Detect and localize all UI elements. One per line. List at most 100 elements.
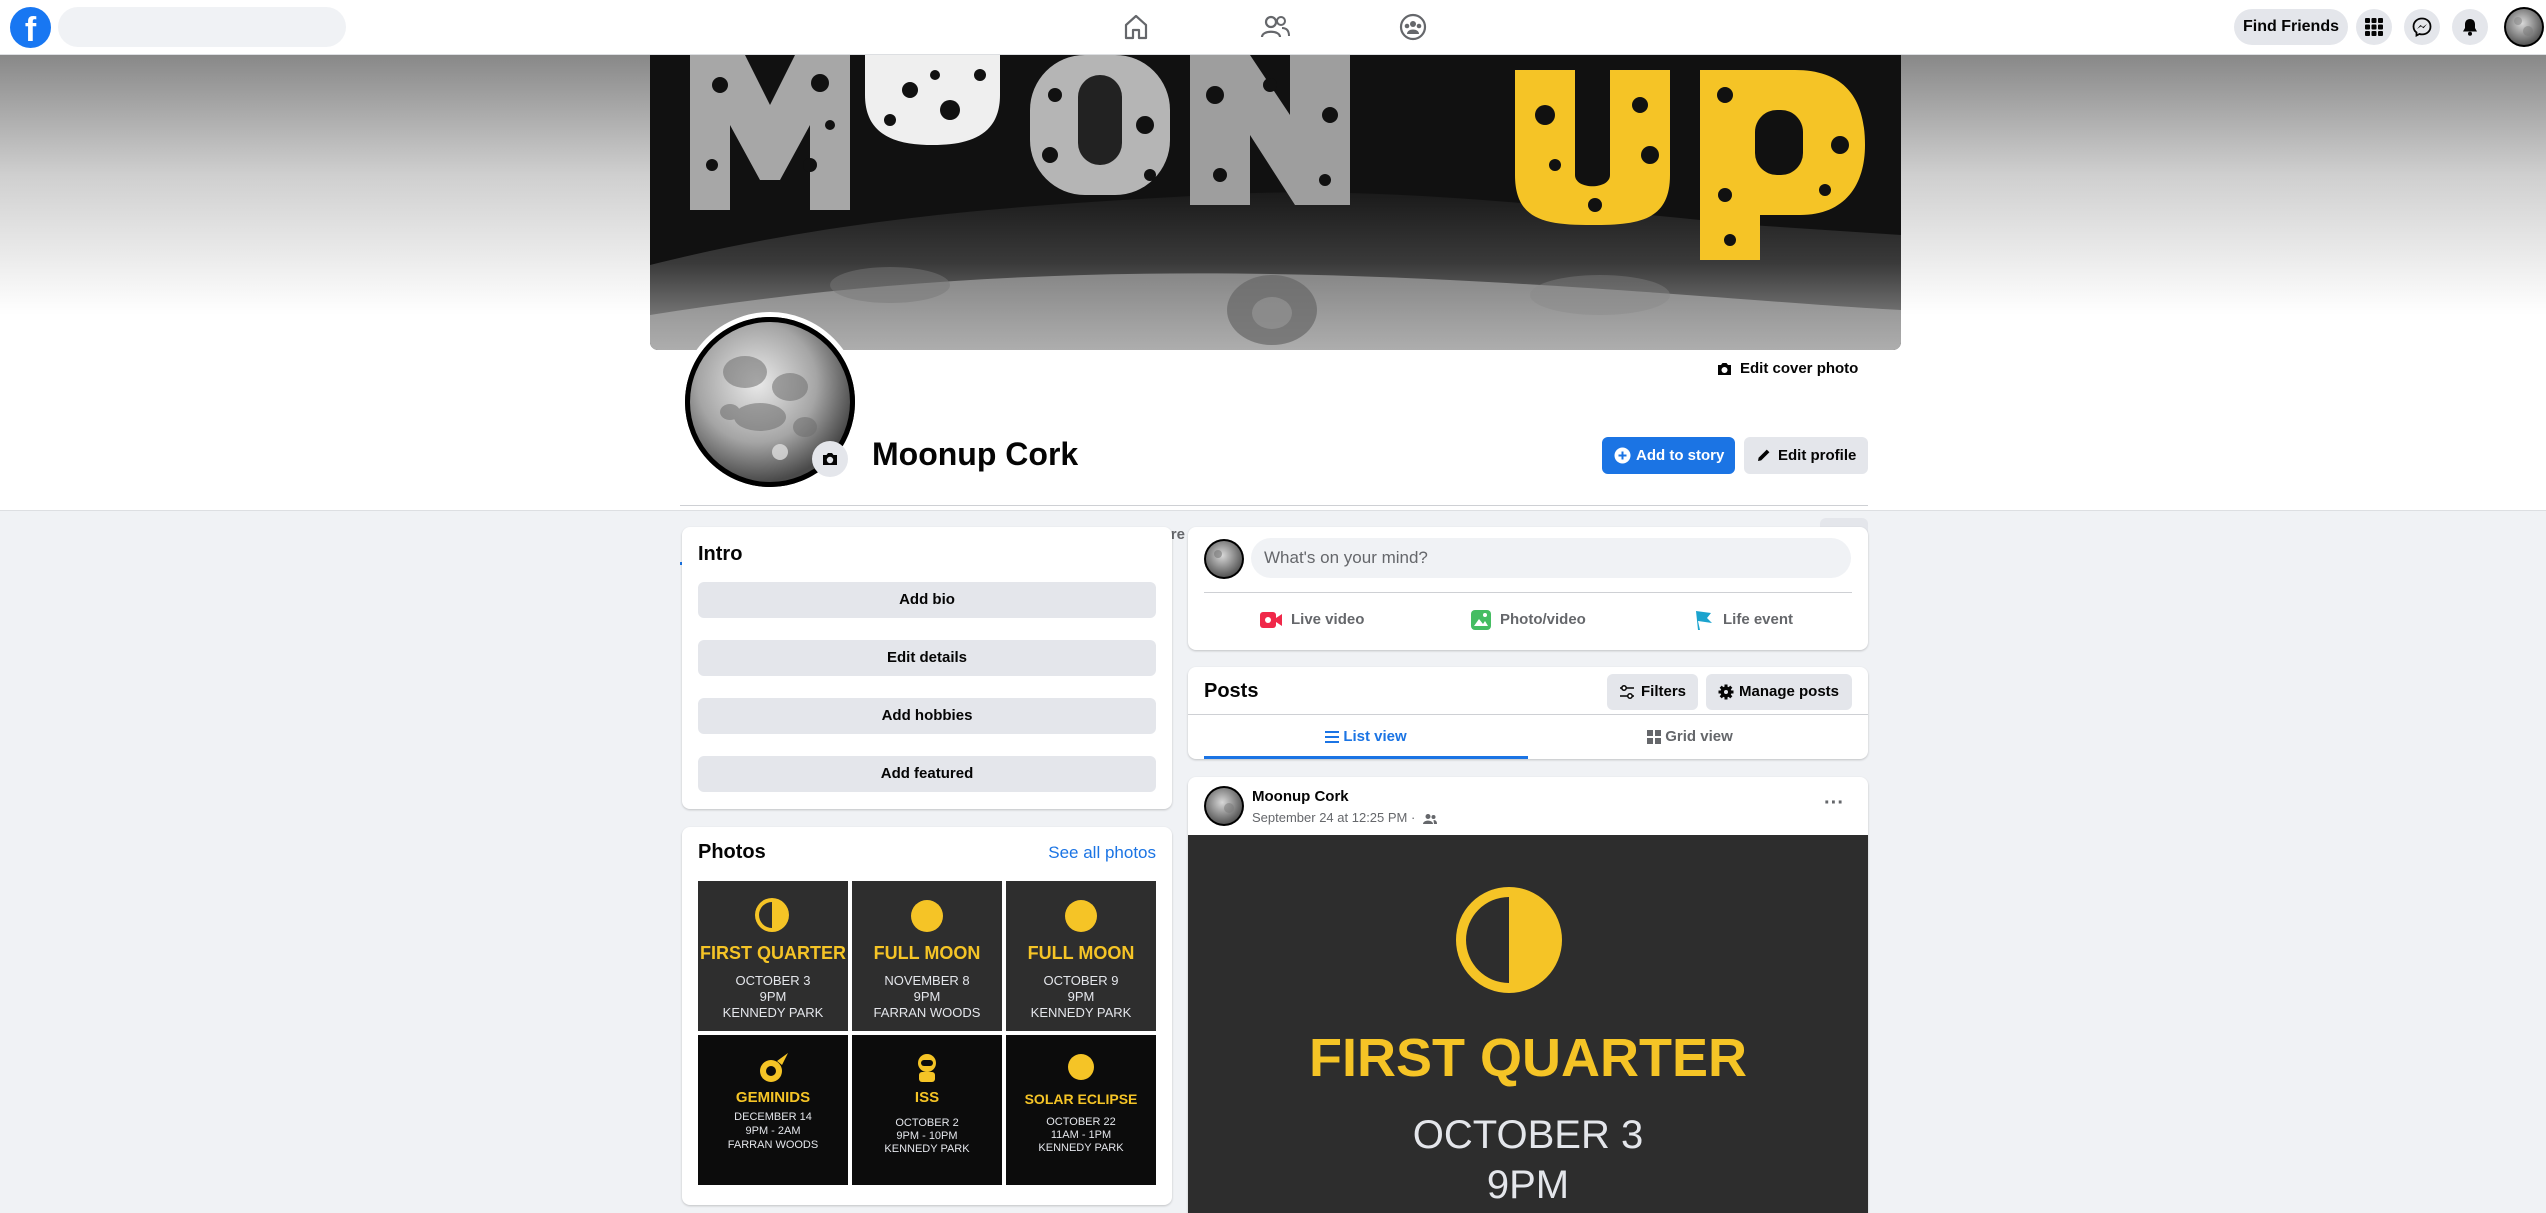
photo-tile[interactable]: SOLAR ECLIPSE OCTOBER 22 11AM - 1PM KENN… bbox=[1006, 1035, 1156, 1185]
filters-icon bbox=[1620, 685, 1634, 699]
photo-tile[interactable]: FIRST QUARTER OCTOBER 3 9PM KENNEDY PARK bbox=[698, 881, 848, 1031]
tile-line: 9PM bbox=[1067, 989, 1095, 1004]
grid-view-tab[interactable]: Grid view bbox=[1528, 715, 1852, 759]
messenger-icon[interactable] bbox=[2404, 9, 2440, 45]
header-divider bbox=[680, 505, 1868, 506]
list-view-icon bbox=[1325, 731, 1340, 744]
intro-card: Intro Add bio Edit details Add hobbies A… bbox=[682, 527, 1172, 809]
photo-tile[interactable]: FULL MOON OCTOBER 9 9PM KENNEDY PARK bbox=[1006, 881, 1156, 1031]
tile-line: 9PM bbox=[759, 989, 787, 1004]
post-image-time: 9PM bbox=[1486, 1163, 1570, 1207]
tile-line: KENNEDY PARK bbox=[1038, 1142, 1124, 1154]
tile-title: FULL MOON bbox=[1027, 943, 1135, 963]
post-timestamp[interactable]: September 24 at 12:25 PM · bbox=[1252, 810, 1415, 825]
full-moon-icon bbox=[911, 900, 943, 932]
life-event-button[interactable]: Life event bbox=[1693, 602, 1793, 638]
post-options-button[interactable]: ··· bbox=[1816, 788, 1852, 824]
tile-line: 11AM - 1PM bbox=[1050, 1129, 1112, 1141]
composer-avatar[interactable] bbox=[1204, 539, 1244, 579]
photo-tile[interactable]: FULL MOON NOVEMBER 8 9PM FARRAN WOODS bbox=[852, 881, 1002, 1031]
camera-icon bbox=[1716, 361, 1733, 377]
live-video-button[interactable]: Live video bbox=[1259, 602, 1364, 638]
tile-line: 9PM - 2AM bbox=[745, 1125, 801, 1137]
tile-line: KENNEDY PARK bbox=[884, 1143, 970, 1155]
facebook-logo-icon[interactable]: f bbox=[10, 7, 51, 48]
posts-title: Posts bbox=[1204, 680, 1259, 702]
friends-icon[interactable] bbox=[1257, 9, 1293, 45]
tile-line: 9PM - 10PM bbox=[896, 1130, 958, 1142]
post-image-date: OCTOBER 3 bbox=[1412, 1113, 1644, 1157]
profile-name: Moonup Cork bbox=[872, 436, 1079, 472]
photos-title: Photos bbox=[698, 841, 766, 863]
post-image-title: FIRST QUARTER bbox=[1309, 1028, 1747, 1088]
tile-line: KENNEDY PARK bbox=[722, 1005, 824, 1020]
tile-title: FULL MOON bbox=[873, 943, 981, 963]
tile-line: 9PM bbox=[913, 989, 941, 1004]
life-event-label: Life event bbox=[1723, 611, 1794, 628]
add-to-story-label: Add to story bbox=[1636, 447, 1725, 464]
menu-grid-icon[interactable] bbox=[2356, 9, 2392, 45]
tile-line: OCTOBER 3 bbox=[735, 973, 811, 988]
search-input[interactable] bbox=[58, 7, 346, 47]
filters-label: Filters bbox=[1641, 683, 1687, 700]
home-icon[interactable] bbox=[1118, 9, 1154, 45]
tile-line: FARRAN WOODS bbox=[727, 1139, 819, 1151]
edit-cover-photo-button[interactable]: Edit cover photo bbox=[1704, 350, 1868, 388]
photo-video-icon bbox=[1471, 610, 1491, 631]
list-view-tab[interactable]: List view bbox=[1204, 715, 1528, 759]
photo-video-label: Photo/video bbox=[1500, 611, 1586, 628]
meteor-icon bbox=[760, 1053, 788, 1082]
groups-icon[interactable] bbox=[1395, 9, 1431, 45]
photo-tile[interactable]: GEMINIDS DECEMBER 14 9PM - 2AM FARRAN WO… bbox=[698, 1035, 848, 1185]
edit-profile-label: Edit profile bbox=[1778, 447, 1857, 464]
first-quarter-moon-icon bbox=[1456, 887, 1562, 993]
post-image[interactable]: FIRST QUARTER OCTOBER 3 9PM bbox=[1188, 835, 1868, 1213]
manage-posts-label: Manage posts bbox=[1739, 683, 1840, 700]
tile-line: DECEMBER 14 bbox=[734, 1111, 812, 1123]
photo-video-button[interactable]: Photo/video bbox=[1470, 602, 1586, 638]
tile-title: FIRST QUARTER bbox=[700, 943, 846, 963]
top-navigation-bar: f Find Friends bbox=[0, 0, 2546, 55]
tile-line: OCTOBER 9 bbox=[1043, 973, 1119, 988]
tile-line: FARRAN WOODS bbox=[873, 1005, 981, 1020]
add-featured-button[interactable]: Add featured bbox=[698, 756, 1156, 792]
filters-button[interactable]: Filters bbox=[1607, 674, 1698, 710]
grid-view-icon bbox=[1647, 730, 1662, 745]
photo-tile[interactable]: ISS OCTOBER 2 9PM - 10PM KENNEDY PARK bbox=[852, 1035, 1002, 1185]
list-view-label: List view bbox=[1343, 728, 1407, 745]
account-avatar[interactable] bbox=[2504, 7, 2544, 47]
notifications-icon[interactable] bbox=[2452, 9, 2488, 45]
full-moon-icon bbox=[1065, 900, 1097, 932]
intro-title: Intro bbox=[698, 543, 743, 565]
tile-title: GEMINIDS bbox=[735, 1089, 811, 1106]
update-profile-picture-button[interactable] bbox=[812, 441, 848, 477]
photos-card: Photos See all photos FIRST QUARTER OCTO… bbox=[682, 827, 1172, 1205]
plus-circle-icon bbox=[1614, 447, 1631, 464]
profile-header: Edit cover photo Moonup Cork Add to stor… bbox=[0, 55, 2546, 565]
cover-photo[interactable] bbox=[650, 55, 1901, 350]
add-hobbies-button[interactable]: Add hobbies bbox=[698, 698, 1156, 734]
tile-title: ISS bbox=[914, 1089, 940, 1106]
post-author-avatar[interactable] bbox=[1204, 786, 1244, 826]
tile-title: SOLAR ECLIPSE bbox=[1024, 1091, 1138, 1107]
camera-icon bbox=[812, 450, 848, 468]
live-video-label: Live video bbox=[1291, 611, 1365, 628]
edit-details-button[interactable]: Edit details bbox=[698, 640, 1156, 676]
first-quarter-moon-icon bbox=[755, 898, 789, 932]
tile-line: OCTOBER 2 bbox=[895, 1117, 959, 1129]
astronaut-icon bbox=[918, 1054, 936, 1082]
manage-posts-button[interactable]: Manage posts bbox=[1706, 674, 1852, 710]
post-meta: September 24 at 12:25 PM · bbox=[1252, 810, 1437, 825]
friends-audience-icon bbox=[1422, 813, 1437, 824]
find-friends-button[interactable]: Find Friends bbox=[2234, 9, 2348, 45]
flag-icon bbox=[1696, 611, 1712, 631]
see-all-photos-link[interactable]: See all photos bbox=[1048, 843, 1156, 863]
add-to-story-button[interactable]: Add to story bbox=[1602, 437, 1735, 474]
composer-divider bbox=[1204, 592, 1852, 593]
whats-on-your-mind-input[interactable]: What's on your mind? bbox=[1251, 538, 1851, 578]
add-bio-button[interactable]: Add bio bbox=[698, 582, 1156, 618]
edit-profile-button[interactable]: Edit profile bbox=[1744, 437, 1868, 474]
tile-line: OCTOBER 22 bbox=[1046, 1116, 1116, 1128]
post-author-name[interactable]: Moonup Cork bbox=[1252, 788, 1349, 805]
live-video-icon bbox=[1260, 612, 1282, 629]
